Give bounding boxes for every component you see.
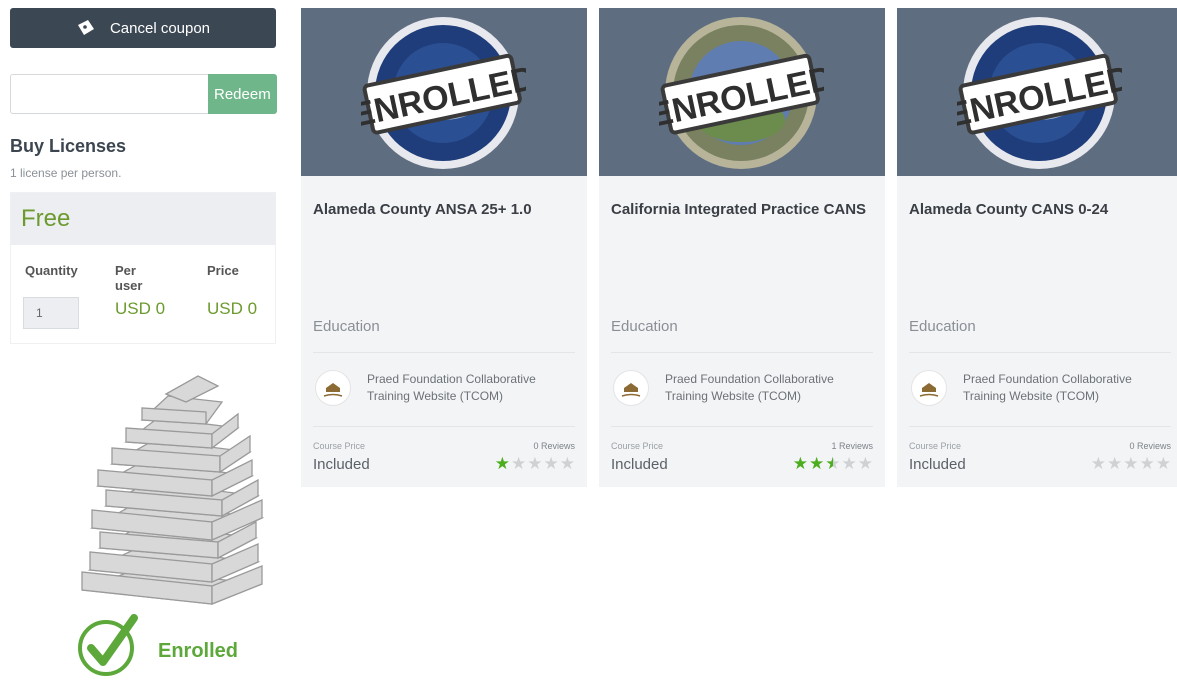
- star-rating: ★ ★ ★ ★ ★: [1091, 455, 1171, 473]
- state-seal-enrolled-image: ENROLLED: [659, 17, 824, 169]
- card-divider: [611, 352, 873, 353]
- coupon-form: Redeem: [10, 74, 277, 114]
- star-icon: ★: [543, 454, 559, 473]
- star-icon: ★: [559, 454, 575, 473]
- publisher-logo-icon: [919, 383, 939, 397]
- per-user-header: Per user: [115, 263, 143, 293]
- license-pricing-box: Free Quantity Per user Price USD 0 USD 0: [10, 192, 276, 344]
- review-count: 0 Reviews: [533, 441, 575, 451]
- card-divider: [313, 426, 575, 427]
- star-icon: ★: [825, 454, 841, 473]
- course-title[interactable]: Alameda County ANSA 25+ 1.0: [313, 198, 573, 222]
- county-seal-enrolled-image: ENROLLED: [957, 17, 1122, 169]
- publisher-name[interactable]: Praed Foundation Collaborative Training …: [665, 371, 875, 405]
- card-divider: [909, 426, 1171, 427]
- license-sidebar: Cancel coupon Redeem Buy Licenses 1 lice…: [0, 0, 290, 681]
- course-category: Education: [611, 318, 678, 335]
- course-card[interactable]: ENROLLED Alameda County CANS 0-24 Educat…: [897, 8, 1177, 487]
- quantity-header: Quantity: [25, 263, 78, 278]
- card-divider: [909, 352, 1171, 353]
- course-category: Education: [909, 318, 976, 335]
- course-title[interactable]: California Integrated Practice CANS: [611, 198, 871, 222]
- star-icon: ★: [511, 454, 527, 473]
- check-circle-icon: [78, 614, 138, 676]
- star-icon: ★: [792, 454, 808, 473]
- star-icon: ★: [1123, 454, 1139, 473]
- enrolled-badge: Enrolled: [74, 610, 238, 678]
- course-category: Education: [313, 318, 380, 335]
- course-price-value: Included: [909, 456, 966, 473]
- buy-licenses-subtitle: 1 license per person.: [10, 166, 122, 180]
- star-icon: ★: [1107, 454, 1123, 473]
- star-icon: ★: [494, 454, 510, 473]
- star-icon: ★: [841, 454, 857, 473]
- star-rating: ★ ★ ★ ★ ★: [793, 455, 873, 473]
- cancel-coupon-label: Cancel coupon: [109, 19, 211, 37]
- course-card[interactable]: ENROLLED Alameda County ANSA 25+ 1.0 Edu…: [301, 8, 587, 487]
- ticket-icon: [77, 20, 94, 35]
- county-seal-enrolled-image: ENROLLED: [361, 17, 526, 169]
- review-count: 1 Reviews: [831, 441, 873, 451]
- publisher-logo: [315, 370, 351, 406]
- publisher-name[interactable]: Praed Foundation Collaborative Training …: [963, 371, 1173, 405]
- total-price-value: USD 0: [207, 299, 258, 318]
- publisher-logo-icon: [323, 383, 343, 397]
- star-icon: ★: [1090, 454, 1106, 473]
- price-header: Price: [207, 263, 239, 278]
- course-thumbnail[interactable]: ENROLLED: [897, 8, 1177, 176]
- coupon-code-input[interactable]: [10, 74, 208, 114]
- enrolled-label: Enrolled: [158, 639, 239, 662]
- course-price-value: Included: [313, 456, 370, 473]
- card-divider: [611, 426, 873, 427]
- publisher-logo: [613, 370, 649, 406]
- course-title[interactable]: Alameda County CANS 0-24: [909, 198, 1169, 222]
- per-user-value: USD 0: [115, 299, 166, 318]
- card-divider: [313, 352, 575, 353]
- course-thumbnail[interactable]: ENROLLED: [599, 8, 885, 176]
- star-icon: ★: [809, 454, 825, 473]
- star-icon: ★: [527, 454, 543, 473]
- course-thumbnail[interactable]: ENROLLED: [301, 8, 587, 176]
- publisher-name[interactable]: Praed Foundation Collaborative Training …: [367, 371, 577, 405]
- course-price-label: Course Price: [313, 441, 366, 451]
- star-icon: ★: [1155, 454, 1171, 473]
- redeem-button[interactable]: Redeem: [208, 74, 277, 114]
- quantity-input[interactable]: [23, 297, 79, 329]
- review-count: 0 Reviews: [1129, 441, 1171, 451]
- course-price-label: Course Price: [611, 441, 664, 451]
- course-price-label: Course Price: [909, 441, 962, 451]
- cancel-coupon-button[interactable]: Cancel coupon: [10, 8, 276, 48]
- book-stack-illustration: [81, 375, 265, 605]
- buy-licenses-heading: Buy Licenses: [10, 136, 127, 156]
- publisher-logo-icon: [621, 383, 641, 397]
- price-banner: Free: [11, 193, 275, 245]
- publisher-logo: [911, 370, 947, 406]
- star-icon: ★: [1139, 454, 1155, 473]
- star-rating: ★ ★ ★ ★ ★: [495, 455, 575, 473]
- star-icon: ★: [857, 454, 873, 473]
- course-price-value: Included: [611, 456, 668, 473]
- course-card[interactable]: ENROLLED California Integrated Practice …: [599, 8, 885, 487]
